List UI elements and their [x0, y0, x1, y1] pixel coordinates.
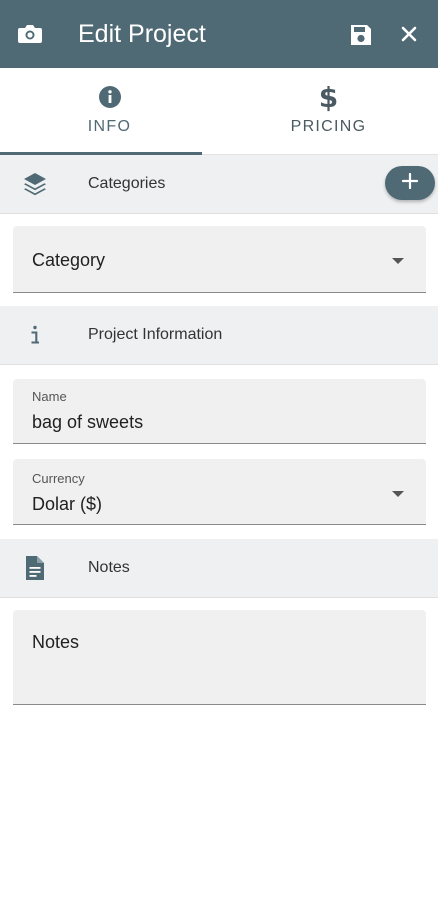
category-select-value: Category — [32, 250, 106, 270]
section-project-information-label: Project Information — [88, 326, 223, 343]
notes-textarea-placeholder: Notes — [32, 632, 80, 652]
currency-select-value: Dolar ($) — [32, 494, 103, 514]
tab-bar: INFO $ PRICING — [0, 68, 438, 155]
tab-pricing-label: PRICING — [290, 118, 367, 135]
tab-pricing[interactable]: $ PRICING — [219, 68, 438, 154]
currency-select-label: Currency — [32, 471, 85, 486]
document-icon — [20, 553, 50, 583]
section-categories-label: Categories — [88, 175, 166, 192]
tab-info-label: INFO — [87, 118, 132, 135]
name-field-label: Name — [32, 389, 67, 404]
category-select[interactable]: Category — [13, 226, 426, 293]
name-field-value: bag of sweets — [32, 412, 144, 432]
app-bar: Edit Project — [0, 0, 438, 68]
layers-icon — [20, 169, 50, 199]
tab-info[interactable]: INFO — [0, 68, 219, 154]
plus-icon — [401, 172, 419, 195]
info-letter-icon — [20, 320, 50, 350]
currency-select[interactable]: Currency Dolar ($) — [13, 459, 426, 525]
notes-textarea[interactable]: Notes — [13, 610, 426, 705]
section-notes: Notes — [0, 539, 438, 598]
save-icon[interactable] — [348, 22, 374, 48]
section-notes-label: Notes — [88, 559, 130, 576]
close-icon[interactable] — [397, 22, 421, 46]
name-field[interactable]: Name bag of sweets — [13, 379, 426, 444]
section-categories: Categories — [0, 155, 438, 214]
camera-icon[interactable] — [17, 23, 43, 45]
info-icon — [97, 84, 123, 112]
add-category-button[interactable] — [385, 166, 435, 200]
dropdown-arrow-icon — [392, 491, 404, 497]
section-project-information: Project Information — [0, 306, 438, 365]
page-title: Edit Project — [78, 20, 206, 48]
dropdown-arrow-icon — [392, 258, 404, 264]
dollar-icon: $ — [318, 81, 339, 114]
